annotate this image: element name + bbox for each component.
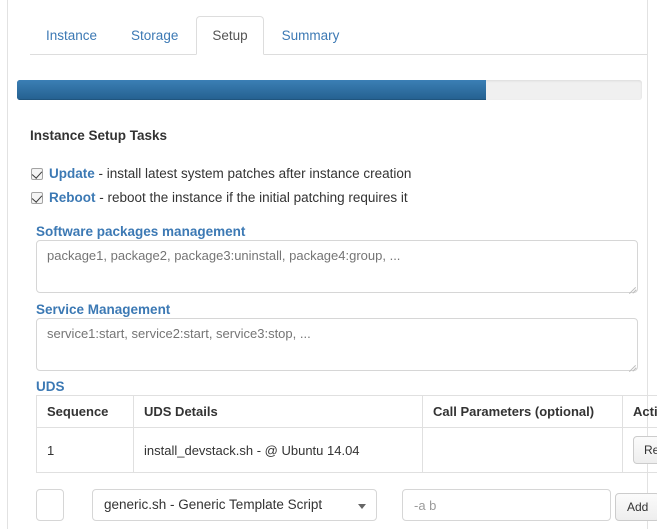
service-management-input[interactable] <box>36 318 638 371</box>
column-header-sequence: Sequence <box>36 395 134 428</box>
reboot-task-label[interactable]: Reboot <box>49 190 96 205</box>
cell-call-parameters <box>422 427 623 473</box>
uds-label: UDS <box>36 379 65 394</box>
add-button[interactable]: Add <box>615 493 657 521</box>
chevron-down-icon <box>358 504 366 509</box>
script-select-value: generic.sh - Generic Template Script <box>104 497 323 512</box>
tab-setup[interactable]: Setup <box>196 16 264 55</box>
remove-button[interactable]: Remove <box>633 436 657 464</box>
call-parameters-input[interactable] <box>402 489 611 521</box>
tab-instance[interactable]: Instance <box>30 16 113 55</box>
uds-table-header-row: Sequence UDS Details Call Parameters (op… <box>36 395 657 428</box>
cell-action: Remove <box>622 427 657 473</box>
column-header-uds-details: UDS Details <box>133 395 423 428</box>
uds-table: Sequence UDS Details Call Parameters (op… <box>36 395 657 473</box>
tab-summary[interactable]: Summary <box>266 16 356 55</box>
cell-sequence: 1 <box>36 427 134 473</box>
service-management-label: Service Management <box>36 302 171 317</box>
script-select[interactable]: generic.sh - Generic Template Script <box>92 489 377 521</box>
progress-bar-fill <box>17 80 486 100</box>
uds-add-row: generic.sh - Generic Template Script Add <box>36 489 657 523</box>
column-header-call-parameters: Call Parameters (optional) <box>422 395 623 428</box>
update-checkbox[interactable] <box>31 168 43 180</box>
wizard-tabs: Instance Storage Setup Summary <box>30 16 647 55</box>
software-packages-label: Software packages management <box>36 224 246 239</box>
reboot-checkbox[interactable] <box>31 192 43 204</box>
update-task-label[interactable]: Update <box>49 166 95 181</box>
reboot-task-description: - reboot the instance if the initial pat… <box>95 190 408 205</box>
sequence-input[interactable] <box>36 489 64 521</box>
update-task-description: - install latest system patches after in… <box>94 166 412 181</box>
software-packages-input[interactable] <box>36 240 638 293</box>
table-row: 1 install_devstack.sh - @ Ubuntu 14.04 R… <box>36 427 657 473</box>
section-title: Instance Setup Tasks <box>30 128 168 143</box>
wizard-progress-bar <box>17 80 642 100</box>
tab-storage[interactable]: Storage <box>115 16 194 55</box>
column-header-action: Action <box>622 395 657 428</box>
cell-uds-details: install_devstack.sh - @ Ubuntu 14.04 <box>133 427 423 473</box>
task-row-update: Update - install latest system patches a… <box>31 165 411 183</box>
task-row-reboot: Reboot - reboot the instance if the init… <box>31 189 408 207</box>
setup-wizard-panel: Instance Storage Setup Summary Instance … <box>7 0 657 529</box>
